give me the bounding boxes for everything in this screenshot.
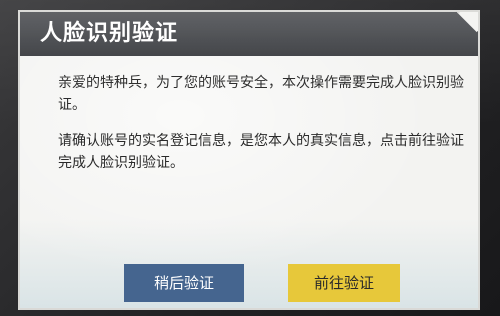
go-verify-button[interactable]: 前往验证 — [288, 264, 400, 302]
dialog-message-security: 亲爱的特种兵，为了您的账号安全，本次操作需要完成人脸识别验证。 — [58, 75, 464, 113]
face-verification-dialog: 人脸识别验证 亲爱的特种兵，为了您的账号安全，本次操作需要完成人脸识别验证。 请… — [18, 10, 480, 310]
dialog-header: 人脸识别验证 — [20, 12, 478, 56]
dialog-title: 人脸识别验证 — [40, 21, 179, 46]
verify-later-button[interactable]: 稍后验证 — [124, 264, 244, 302]
dialog-message-realname: 请确认账号的实名登记信息，是您本人的真实信息，点击前往验证完成人脸识别验证。 — [58, 133, 464, 171]
device-screen: 人脸识别验证 亲爱的特种兵，为了您的账号安全，本次操作需要完成人脸识别验证。 请… — [0, 0, 500, 316]
go-verify-label: 前往验证 — [313, 274, 374, 292]
verify-later-label: 稍后验证 — [153, 274, 214, 292]
